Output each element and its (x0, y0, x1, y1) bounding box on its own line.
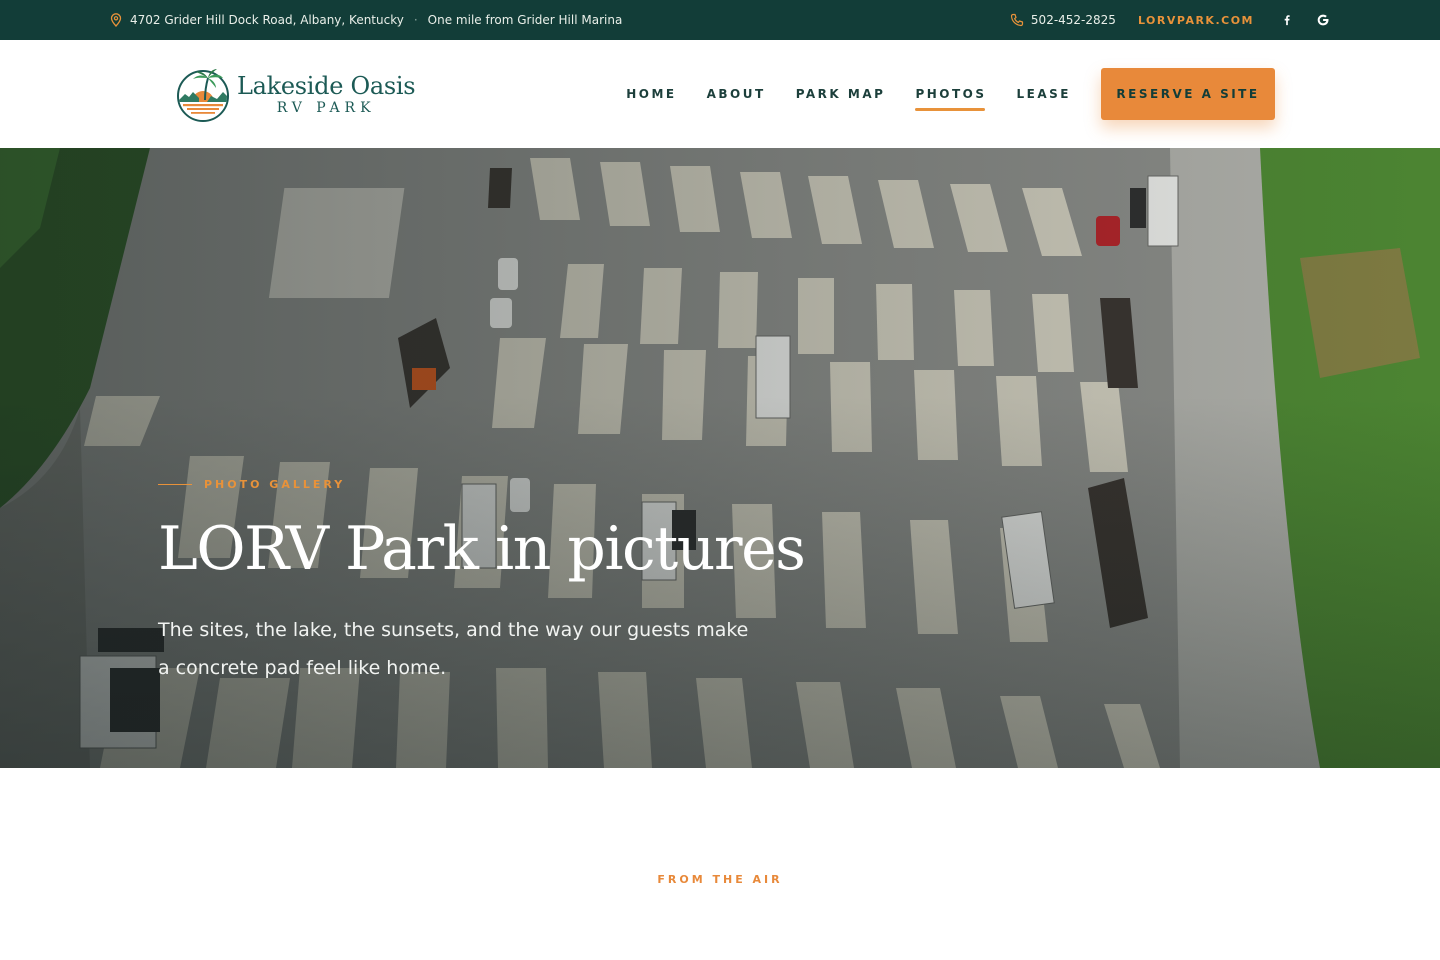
reserve-site-button[interactable]: RESERVE A SITE (1101, 68, 1275, 120)
map-pin-icon (110, 13, 122, 27)
nav-about[interactable]: ABOUT (707, 79, 766, 109)
domain-link[interactable]: LORVPARK.COM (1138, 14, 1254, 27)
phone-link[interactable]: 502-452-2825 (1031, 13, 1116, 27)
brand-subtitle: RV PARK (276, 99, 376, 116)
phone-icon (1010, 13, 1024, 27)
nav-park-map[interactable]: PARK MAP (796, 79, 886, 109)
tagline-text: One mile from Grider Hill Marina (427, 13, 623, 27)
separator-dot: · (413, 13, 418, 27)
section-eyebrow: FROM THE AIR (657, 873, 783, 886)
address-text: 4702 Grider Hill Dock Road, Albany, Kent… (130, 13, 404, 27)
site-header: Lakeside Oasis RV PARK HOME ABOUT PARK M… (0, 40, 1440, 148)
main-nav: HOME ABOUT PARK MAP PHOTOS LEASE RESERVE… (596, 68, 1275, 120)
hero-section: PHOTO GALLERY LORV Park in pictures The … (0, 148, 1440, 768)
palm-sunset-logo-icon (177, 69, 229, 122)
top-info-bar: 4702 Grider Hill Dock Road, Albany, Kent… (0, 0, 1440, 40)
hero-eyebrow-text: PHOTO GALLERY (204, 478, 346, 491)
top-bar-right: 502-452-2825 LORVPARK.COM (1010, 13, 1330, 27)
hero-content: PHOTO GALLERY LORV Park in pictures The … (158, 478, 878, 687)
top-bar-left: 4702 Grider Hill Dock Road, Albany, Kent… (110, 13, 622, 27)
nav-lease[interactable]: LEASE (1017, 79, 1071, 109)
google-icon[interactable] (1316, 13, 1330, 27)
nav-photos[interactable]: PHOTOS (915, 79, 986, 111)
nav-home[interactable]: HOME (626, 79, 676, 109)
eyebrow-line (158, 484, 192, 485)
brand-logo-link[interactable]: Lakeside Oasis RV PARK (175, 66, 416, 122)
hero-eyebrow: PHOTO GALLERY (158, 478, 878, 491)
hero-title: LORV Park in pictures (158, 514, 806, 584)
hero-subtitle: The sites, the lake, the sunsets, and th… (158, 619, 749, 679)
brand-wordmark: Lakeside Oasis RV PARK (237, 71, 416, 116)
brand-name: Lakeside Oasis (237, 71, 416, 100)
facebook-icon[interactable] (1280, 13, 1294, 27)
